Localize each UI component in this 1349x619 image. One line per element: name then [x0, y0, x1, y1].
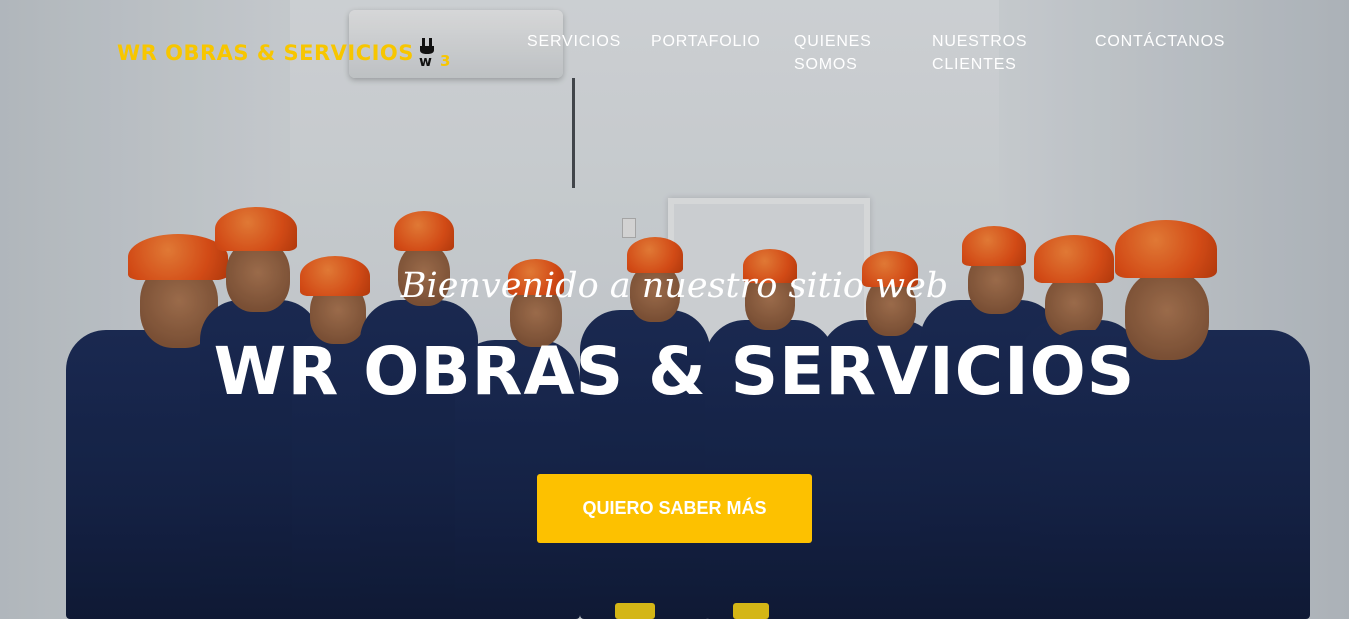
hero-subtitle: Bienvenido a nuestro sitio web	[400, 266, 949, 306]
nav-item-servicios[interactable]: SERVICIOS	[527, 30, 621, 53]
main-navigation: SERVICIOS PORTAFOLIO QUIENES SOMOS NUEST…	[0, 30, 1349, 80]
nav-item-contactanos[interactable]: CONTÁCTANOS	[1095, 30, 1225, 53]
nav-item-portafolio[interactable]: PORTAFOLIO	[651, 30, 761, 53]
hero-section: WR OBRAS & SERVICIOS w 3 SERVICIOS PORTA…	[0, 0, 1349, 619]
hero-title: WR OBRAS & SERVICIOS	[213, 333, 1136, 410]
nav-item-quienes-somos[interactable]: QUIENES SOMOS	[794, 30, 904, 76]
nav-item-nuestros-clientes[interactable]: NUESTROS CLIENTES	[932, 30, 1047, 76]
quiero-saber-mas-button[interactable]: QUIERO SABER MÁS	[537, 474, 812, 543]
